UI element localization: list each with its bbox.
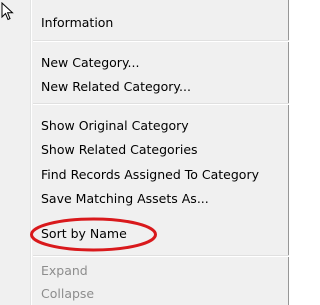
menu-separator	[33, 40, 289, 42]
menu-separator	[33, 103, 289, 105]
highlight-ellipse-annotation	[30, 217, 157, 252]
menu-item-show-related-categories[interactable]: Show Related Categories	[41, 142, 198, 158]
context-menu: Information New Category... New Related …	[0, 0, 289, 305]
menu-separator	[33, 255, 289, 257]
mouse-pointer-icon	[1, 2, 14, 21]
menu-item-new-related-category[interactable]: New Related Category...	[41, 79, 191, 95]
menu-item-show-original-category[interactable]: Show Original Category	[41, 118, 189, 134]
menu-item-save-matching-assets[interactable]: Save Matching Assets As...	[41, 191, 209, 207]
menu-item-collapse: Collapse	[41, 286, 95, 301]
menu-item-expand: Expand	[41, 263, 88, 278]
menu-item-find-records-assigned[interactable]: Find Records Assigned To Category	[41, 167, 259, 183]
menu-item-information[interactable]: Information	[41, 15, 113, 31]
menu-gutter-divider-highlight	[31, 0, 32, 305]
menu-item-new-category[interactable]: New Category...	[41, 55, 139, 71]
screenshot-stage: Information New Category... New Related …	[0, 0, 296, 305]
